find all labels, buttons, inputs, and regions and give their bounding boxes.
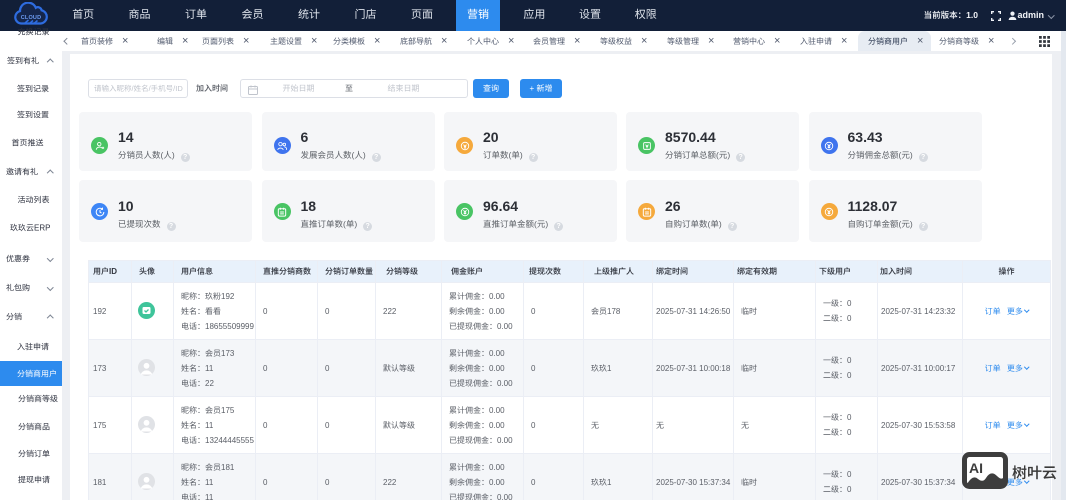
svg-text:CLOUD: CLOUD — [21, 15, 42, 21]
svg-text:AI: AI — [969, 460, 983, 476]
